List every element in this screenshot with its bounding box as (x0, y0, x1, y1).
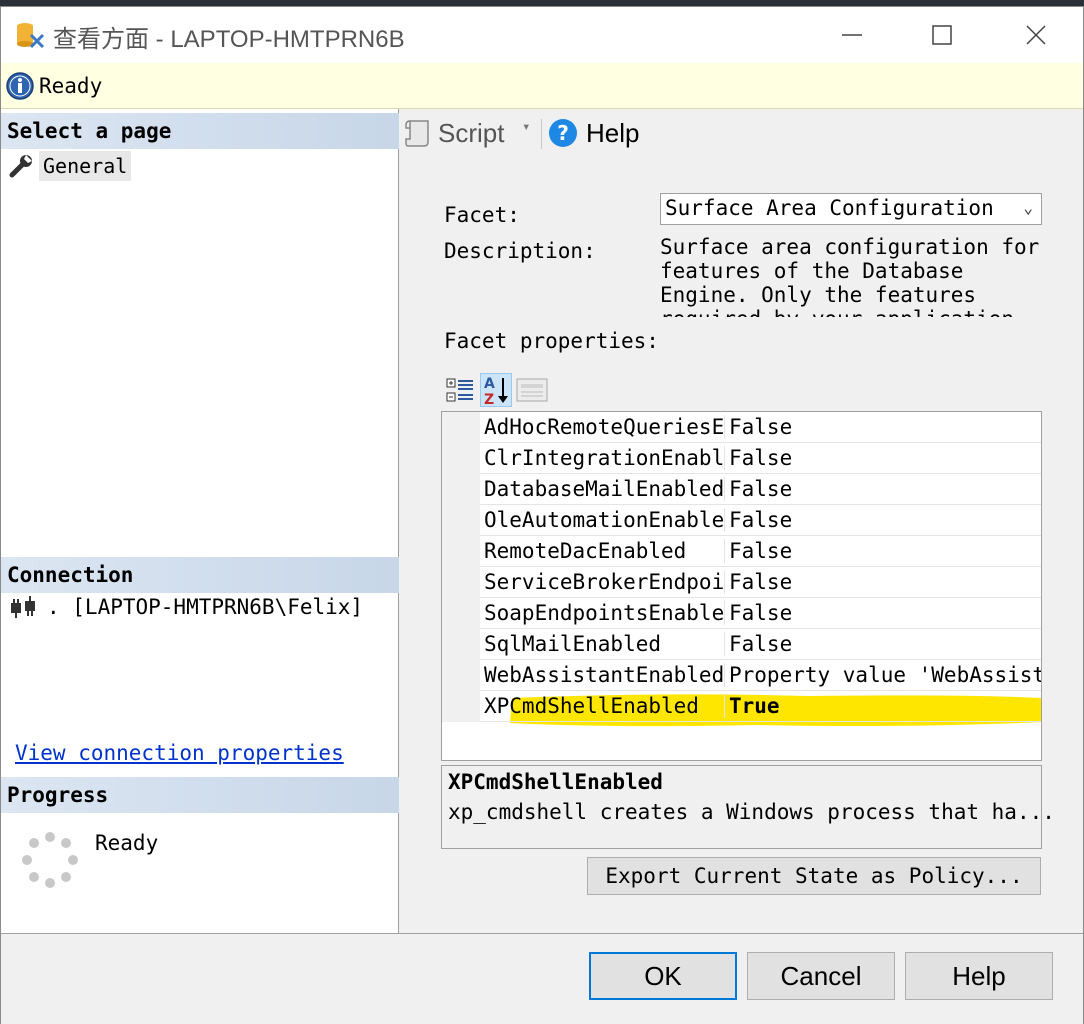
property-grid-toolbar: A Z (444, 373, 548, 407)
property-name: ServiceBrokerEndpointActive (484, 570, 724, 594)
svg-text:Z: Z (484, 392, 494, 406)
help-icon: ? (549, 119, 577, 147)
property-row[interactable]: OleAutomationEnabled False (480, 505, 1041, 536)
property-name: SqlMailEnabled (484, 632, 662, 656)
description-line: Surface area configuration for (660, 235, 1040, 259)
left-pane: Select a page General Connection . [LAPT… (1, 109, 399, 933)
connection-text: . [LAPTOP-HMTPRN6B\Felix] (47, 595, 364, 619)
property-value[interactable]: False (724, 508, 1041, 532)
help-toolbar-button[interactable]: ? Help (548, 115, 639, 151)
property-name: SoapEndpointsEnabled (484, 601, 724, 625)
svg-text:A: A (484, 376, 495, 392)
title-bar: 查看方面 - LAPTOP-HMTPRN6B (1, 7, 1083, 63)
facet-dropdown[interactable]: Surface Area Configuration ⌄ (660, 193, 1042, 225)
property-row[interactable]: ClrIntegrationEnabled False (480, 443, 1041, 474)
close-icon (1026, 25, 1046, 45)
script-label: Script (438, 117, 505, 148)
property-value[interactable]: False (724, 415, 1041, 439)
property-row[interactable]: WebAssistantEnabled Property value 'WebAs… (480, 660, 1041, 691)
facet-dropdown-value: Surface Area Configuration (665, 196, 994, 220)
property-pages-icon (516, 378, 548, 402)
help-label: Help (586, 117, 640, 148)
info-icon (6, 72, 34, 100)
property-value[interactable]: False (724, 446, 1041, 470)
property-value[interactable]: True (724, 694, 1041, 718)
database-tools-icon (17, 23, 45, 49)
page-item-general[interactable]: General (9, 149, 132, 183)
property-value[interactable]: False (724, 601, 1041, 625)
property-row[interactable]: ServiceBrokerEndpointActiveFalse (480, 567, 1041, 598)
chevron-down-icon: ⌄ (1023, 198, 1033, 217)
connection-item: . [LAPTOP-HMTPRN6B\Felix] (9, 595, 363, 619)
property-name: RemoteDacEnabled (484, 539, 687, 563)
description-label: Description: (444, 239, 596, 263)
script-button[interactable]: Script (404, 115, 504, 151)
window-title: 查看方面 - LAPTOP-HMTPRN6B (53, 26, 405, 53)
property-value[interactable]: False (724, 570, 1041, 594)
script-icon (405, 120, 429, 147)
property-description-panel: XPCmdShellEnabled xp_cmdshell creates a … (441, 765, 1055, 849)
toolbar-separator (541, 119, 542, 149)
toolbar: Script ▾ ? Help (400, 113, 1083, 153)
maximize-button[interactable] (895, 7, 989, 63)
description-line: required by your application (660, 307, 1040, 317)
property-name: DatabaseMailEnabled (484, 477, 724, 501)
description-line: Engine. Only the features (660, 283, 977, 307)
progress-header: Progress (1, 777, 399, 813)
property-pages-button[interactable] (516, 373, 548, 407)
progress-status: Ready (95, 831, 159, 855)
ok-button[interactable]: OK (589, 952, 737, 1000)
property-row[interactable]: SqlMailEnabled False (480, 629, 1041, 660)
property-value[interactable]: False (724, 539, 1041, 563)
property-row[interactable]: AdHocRemoteQueriesEnabledFalse (480, 412, 1041, 443)
maximize-icon (932, 25, 952, 45)
connection-plug-icon (11, 596, 35, 618)
description-line: features of the Database (660, 259, 964, 283)
facet-properties-label: Facet properties: (444, 329, 659, 353)
property-row[interactable]: DatabaseMailEnabled False (480, 474, 1041, 505)
svg-text:?: ? (557, 121, 569, 145)
property-row[interactable]: RemoteDacEnabled False (480, 536, 1041, 567)
facet-label: Facet: (444, 203, 520, 227)
property-value[interactable]: Property value 'WebAssistantEnabled' (724, 663, 1041, 687)
progress-spinner-icon (22, 832, 78, 888)
alphabetical-sort-button[interactable]: A Z (480, 373, 512, 407)
script-dropdown-arrow[interactable]: ▾ (522, 119, 530, 135)
connection-header: Connection (1, 557, 399, 593)
status-message-bar: Ready (1, 63, 1083, 109)
export-policy-button[interactable]: Export Current State as Policy... (587, 857, 1041, 895)
property-value[interactable]: False (724, 477, 1041, 501)
property-name: OleAutomationEnabled (484, 508, 724, 532)
view-connection-properties-link[interactable]: View connection properties (15, 741, 344, 765)
page-item-label: General (39, 151, 132, 181)
property-name: XPCmdShellEnabled (484, 694, 699, 718)
view-facets-dialog: 查看方面 - LAPTOP-HMTPRN6B Ready Select a pa… (0, 6, 1084, 1024)
property-row[interactable]: XPCmdShellEnabled True (480, 691, 1041, 722)
wrench-icon (9, 155, 32, 178)
status-text: Ready (39, 74, 103, 98)
close-button[interactable] (989, 7, 1083, 63)
categorized-view-button[interactable] (444, 373, 476, 407)
selected-property-name: XPCmdShellEnabled (448, 770, 663, 794)
dialog-footer: OK Cancel Help (1, 933, 1083, 1024)
help-button[interactable]: Help (905, 952, 1053, 1000)
cancel-button[interactable]: Cancel (747, 952, 895, 1000)
description-text: Surface area configuration for features … (660, 235, 1040, 317)
property-value[interactable]: False (724, 632, 1041, 656)
property-name: AdHocRemoteQueriesEnabled (484, 415, 724, 439)
categorized-icon (446, 378, 473, 402)
minimize-icon (842, 34, 862, 36)
minimize-button[interactable] (805, 7, 899, 63)
property-grid: AdHocRemoteQueriesEnabledFalseClrIntegra… (441, 411, 1042, 761)
grid-gutter (442, 412, 480, 722)
sort-az-icon: A Z (484, 376, 508, 406)
property-name: WebAssistantEnabled (484, 663, 724, 687)
property-name: ClrIntegrationEnabled (484, 446, 724, 470)
select-page-header: Select a page (1, 113, 399, 149)
property-row[interactable]: SoapEndpointsEnabled False (480, 598, 1041, 629)
right-pane: Script ▾ ? Help Facet: Surface Area Conf… (400, 109, 1083, 933)
selected-property-description: xp_cmdshell creates a Windows process th… (448, 800, 1055, 824)
